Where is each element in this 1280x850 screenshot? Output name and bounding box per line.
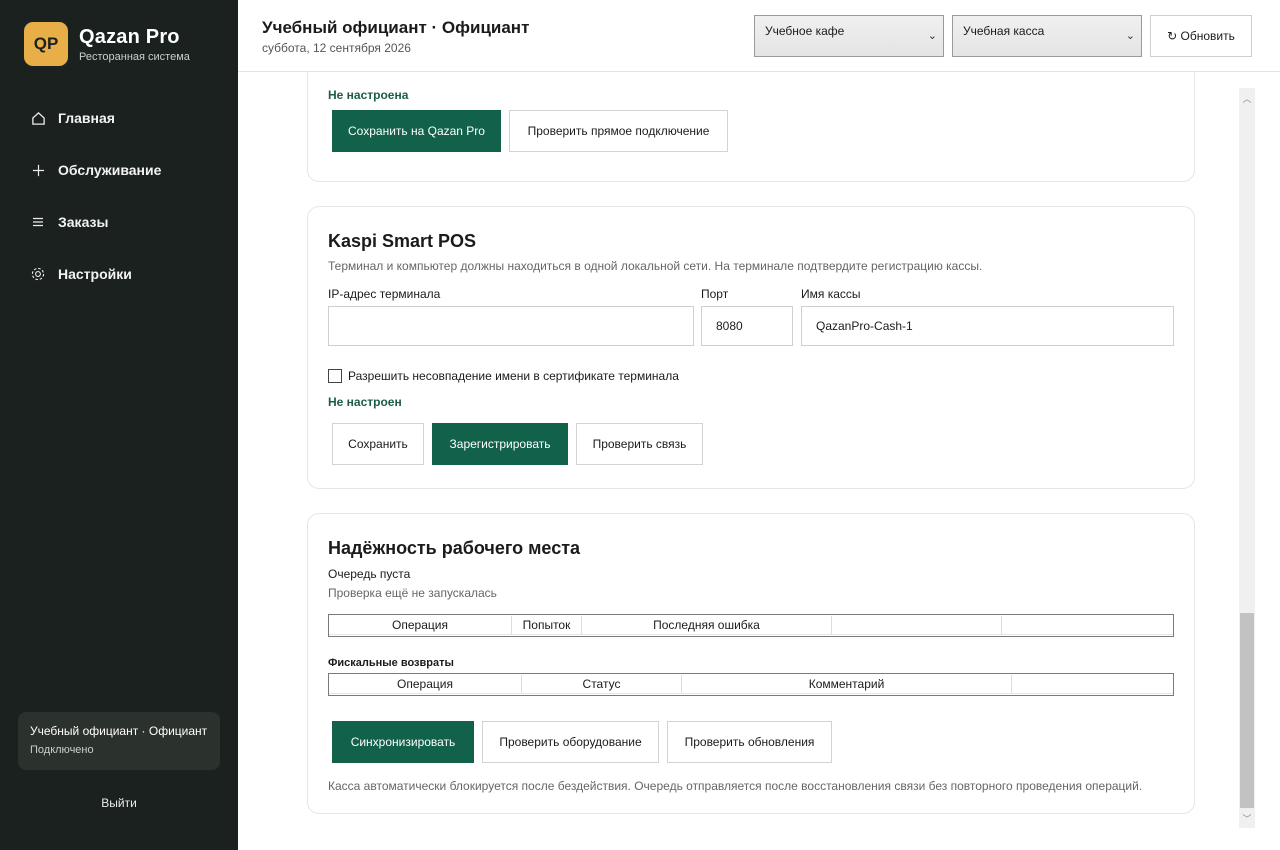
cash-name-input[interactable]: QazanPro-Cash-1 — [801, 306, 1174, 346]
queue-status: Очередь пуста — [328, 567, 411, 581]
refunds-label: Фискальные возвраты — [328, 657, 454, 669]
port-input[interactable]: 8080 — [701, 306, 793, 346]
sidebar-item-label: Заказы — [58, 214, 109, 230]
footer-note: Касса автоматически блокируется после бе… — [328, 779, 1143, 793]
checkbox-label: Разрешить несовпадение имени в сертифика… — [348, 369, 679, 383]
check-updates-button[interactable]: Проверить обновления — [667, 721, 832, 763]
brand-name: Qazan Pro — [79, 25, 180, 48]
table-header-empty — [1002, 616, 1173, 635]
reliability-card: Надёжность рабочего места Очередь пуста … — [307, 513, 1195, 814]
user-name: Учебный официант · Официант — [30, 724, 208, 738]
qazan-connection-card: Не настроена Сохранить на Qazan Pro Пров… — [307, 72, 1195, 182]
scroll-up-icon[interactable]: ︿ — [1239, 90, 1255, 106]
sync-button[interactable]: Синхронизировать — [332, 721, 474, 763]
table-header-operation[interactable]: Операция — [329, 616, 512, 635]
qazan-status: Не настроена — [328, 88, 409, 102]
table-header-attempts[interactable]: Попыток — [512, 616, 582, 635]
list-icon — [30, 214, 46, 230]
sidebar-item-label: Настройки — [58, 266, 132, 282]
main-content: Не настроена Сохранить на Qazan Pro Пров… — [238, 72, 1280, 850]
table-header-empty — [832, 616, 1002, 635]
register-select[interactable]: Учебная касса ⌄ — [952, 15, 1142, 57]
home-icon — [30, 110, 46, 126]
user-card: Учебный официант · Официант Подключено — [18, 712, 220, 770]
app-logo: QP — [24, 22, 68, 66]
sidebar-item-label: Главная — [58, 110, 115, 126]
vertical-scrollbar[interactable]: ︿ ﹀ — [1239, 88, 1255, 828]
reliability-title: Надёжность рабочего места — [328, 538, 581, 558]
page-title: Учебный официант · Официант — [262, 18, 530, 37]
header: Учебный официант · Официант суббота, 12 … — [238, 0, 1280, 72]
chevron-down-icon: ⌄ — [927, 30, 937, 42]
sidebar-nav: Главная Обслуживание Заказы Настройки — [0, 92, 238, 300]
sidebar-item-label: Обслуживание — [58, 162, 162, 178]
sidebar-item-orders[interactable]: Заказы — [0, 196, 238, 248]
plus-icon — [30, 162, 46, 178]
sidebar-item-service[interactable]: Обслуживание — [0, 144, 238, 196]
table-header-status[interactable]: Статус — [522, 675, 682, 694]
gear-icon — [30, 266, 46, 282]
refunds-table[interactable]: Операция Статус Комментарий — [328, 673, 1174, 696]
kaspi-save-button[interactable]: Сохранить — [332, 423, 424, 465]
logout-button[interactable]: Выйти — [0, 796, 238, 810]
check-status: Проверка ещё не запускалась — [328, 586, 497, 600]
table-header-comment[interactable]: Комментарий — [682, 675, 1012, 694]
save-to-qazan-button[interactable]: Сохранить на Qazan Pro — [332, 110, 501, 152]
table-header-empty — [1012, 675, 1173, 694]
table-header-last-error[interactable]: Последняя ошибка — [582, 616, 832, 635]
ip-address-input[interactable] — [328, 306, 694, 346]
certificate-mismatch-checkbox[interactable]: Разрешить несовпадение имени в сертифика… — [328, 369, 679, 383]
kaspi-hint: Терминал и компьютер должны находиться в… — [328, 259, 983, 273]
brand-subtitle: Ресторанная система — [79, 50, 190, 63]
kaspi-title: Kaspi Smart POS — [328, 231, 477, 251]
brand: QP Qazan Pro Ресторанная система — [24, 22, 190, 66]
kaspi-status: Не настроен — [328, 395, 402, 409]
cafe-select-value: Учебное кафе — [765, 24, 845, 38]
checkbox-box[interactable] — [328, 369, 342, 383]
connection-status: Подключено — [30, 744, 94, 756]
sidebar: QP Qazan Pro Ресторанная система Главная… — [0, 0, 238, 850]
port-label: Порт — [701, 287, 729, 301]
sidebar-item-settings[interactable]: Настройки — [0, 248, 238, 300]
queue-table[interactable]: Операция Попыток Последняя ошибка — [328, 614, 1174, 637]
register-select-value: Учебная касса — [963, 24, 1045, 38]
scrollbar-thumb[interactable] — [1240, 613, 1254, 808]
cafe-select[interactable]: Учебное кафе ⌄ — [754, 15, 944, 57]
page-date: суббота, 12 сентября 2026 — [262, 41, 411, 55]
table-header-operation[interactable]: Операция — [329, 675, 522, 694]
sidebar-item-home[interactable]: Главная — [0, 92, 238, 144]
kaspi-check-connection-button[interactable]: Проверить связь — [576, 423, 703, 465]
kaspi-register-button[interactable]: Зарегистрировать — [432, 423, 568, 465]
kaspi-card: Kaspi Smart POS Терминал и компьютер дол… — [307, 206, 1195, 489]
check-direct-connection-button[interactable]: Проверить прямое подключение — [509, 110, 728, 152]
scroll-down-icon[interactable]: ﹀ — [1239, 810, 1255, 826]
check-hardware-button[interactable]: Проверить оборудование — [482, 721, 659, 763]
ip-label: IP-адрес терминала — [328, 287, 441, 301]
refresh-button[interactable]: ↻ Обновить — [1150, 15, 1252, 57]
chevron-down-icon: ⌄ — [1125, 30, 1135, 42]
cash-name-label: Имя кассы — [801, 287, 861, 301]
